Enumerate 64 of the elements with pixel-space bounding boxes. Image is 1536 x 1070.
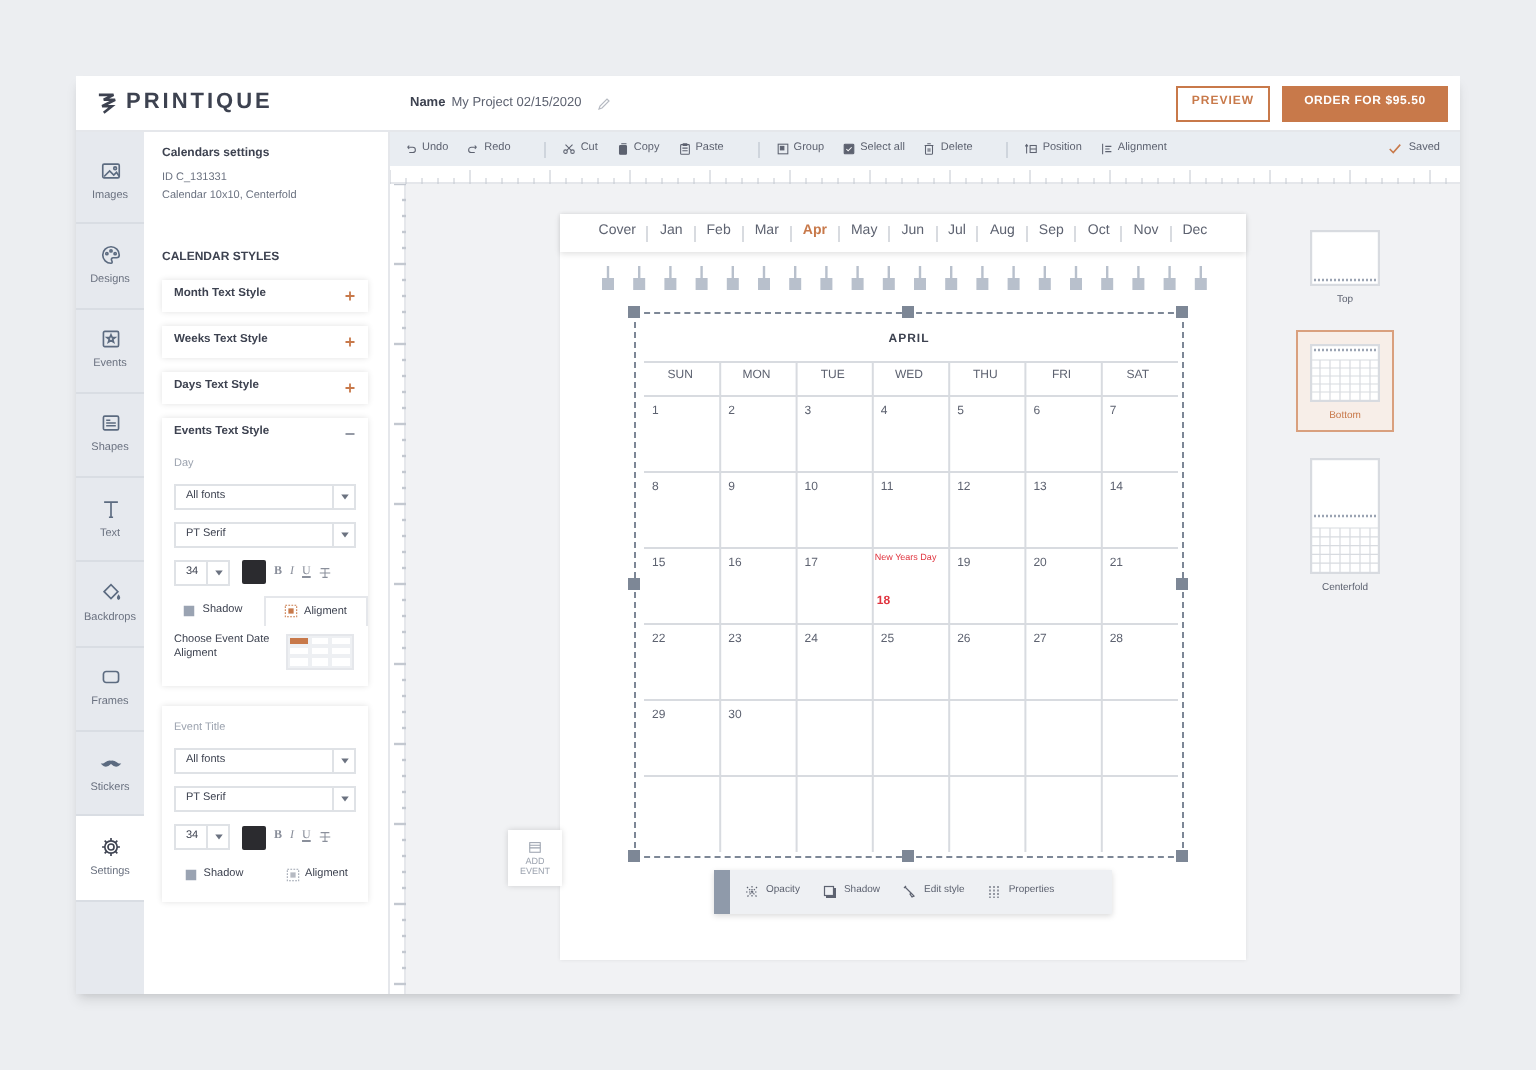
checkmark-icon [1388, 142, 1403, 156]
trash-icon [922, 142, 937, 156]
alignment-cell[interactable] [288, 635, 310, 647]
plus-icon [344, 289, 356, 301]
alignment-cell[interactable] [330, 646, 352, 657]
alignment-cell[interactable] [330, 635, 352, 647]
undo-icon [404, 142, 418, 156]
alignment-cell[interactable] [288, 656, 310, 668]
scissors-icon [562, 142, 577, 156]
caret-icon [339, 756, 349, 766]
shadow-box-icon [183, 868, 198, 882]
alignment-cell[interactable] [288, 646, 310, 657]
strikethrough-icon [318, 565, 333, 580]
resize-handle[interactable] [902, 850, 914, 862]
drag-handle[interactable] [714, 870, 730, 914]
caret-icon [339, 794, 349, 804]
alignment-cell[interactable] [330, 656, 352, 668]
align-left-icon [1099, 142, 1114, 156]
image-icon [99, 159, 121, 182]
resize-handle[interactable] [1176, 850, 1188, 862]
alignment-grid-icon [285, 868, 300, 882]
caret-icon [339, 529, 349, 540]
resize-handle[interactable] [1176, 306, 1188, 318]
shapes-icon [99, 412, 121, 435]
frame-icon [99, 666, 121, 689]
gear-icon [99, 835, 121, 858]
palette-icon [99, 243, 121, 266]
minus-icon [344, 427, 356, 439]
calendar-icon [528, 839, 542, 854]
calendar-bottom-thumbnail [1310, 343, 1380, 401]
copy-icon [615, 142, 630, 156]
logo-icon [94, 90, 120, 116]
resize-handle[interactable] [628, 578, 640, 590]
calendar-centerfold-thumbnail [1310, 458, 1380, 574]
color-swatch[interactable] [242, 825, 266, 849]
plus-icon [344, 381, 356, 393]
pencil-icon [595, 95, 612, 111]
caret-icon [339, 491, 349, 502]
select-all-icon [842, 142, 857, 156]
caret-icon [213, 832, 223, 842]
properties-icon [986, 884, 1003, 900]
alignment-cell[interactable] [309, 656, 331, 668]
redo-icon [466, 142, 481, 156]
resize-handle[interactable] [1176, 578, 1188, 590]
position-icon [1024, 142, 1039, 156]
group-icon [775, 142, 790, 156]
shadow-box-icon [821, 884, 838, 900]
color-swatch[interactable] [242, 560, 266, 585]
text-t-icon [99, 497, 121, 520]
resize-handle[interactable] [902, 306, 914, 318]
shadow-box-icon [182, 603, 197, 618]
caret-icon [213, 567, 223, 578]
opacity-icon [744, 884, 760, 900]
paint-bucket-icon [99, 582, 121, 604]
clipboard-icon [677, 142, 692, 156]
plus-icon [344, 335, 356, 347]
resize-handle[interactable] [628, 850, 640, 862]
brush-icon [902, 884, 919, 900]
calendar-top-thumbnail [1310, 230, 1380, 286]
strikethrough-icon [318, 830, 333, 844]
alignment-grid-icon [284, 604, 299, 619]
brand-name: PRINTIQUE [126, 88, 273, 119]
resize-handle[interactable] [628, 306, 640, 318]
star-box-icon [99, 328, 121, 351]
